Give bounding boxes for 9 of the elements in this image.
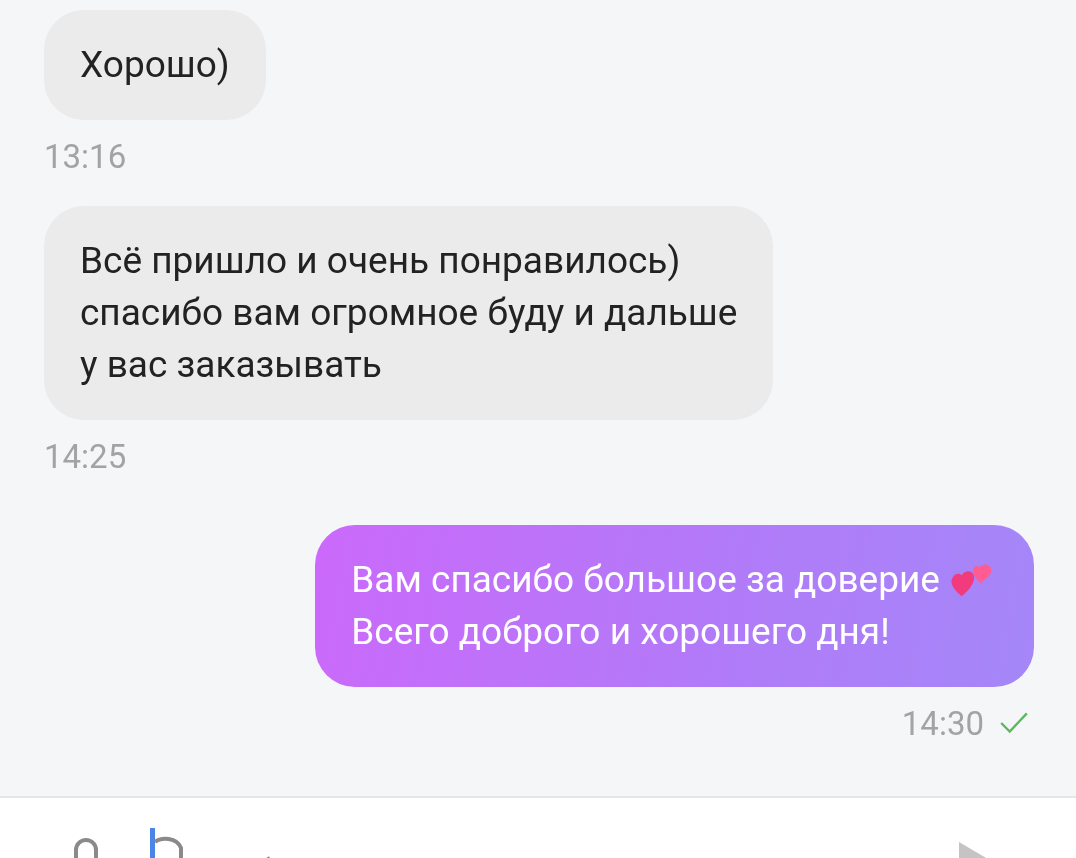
message-time: 14:30 [901, 703, 984, 743]
message-time: 14:25 [44, 436, 127, 476]
message-time: 13:16 [44, 136, 127, 176]
message-text: у вас заказывать [80, 342, 382, 388]
message-text: Всё пришло и очень понравилось) [80, 238, 681, 284]
message-text: Вам спасибо большое за доверие [351, 557, 940, 603]
message-text: Хорошо) [80, 42, 230, 88]
message-text: спасибо вам огромное буду и дальше [80, 290, 738, 336]
message-text: Всего доброго и хорошего дня! [351, 609, 890, 655]
